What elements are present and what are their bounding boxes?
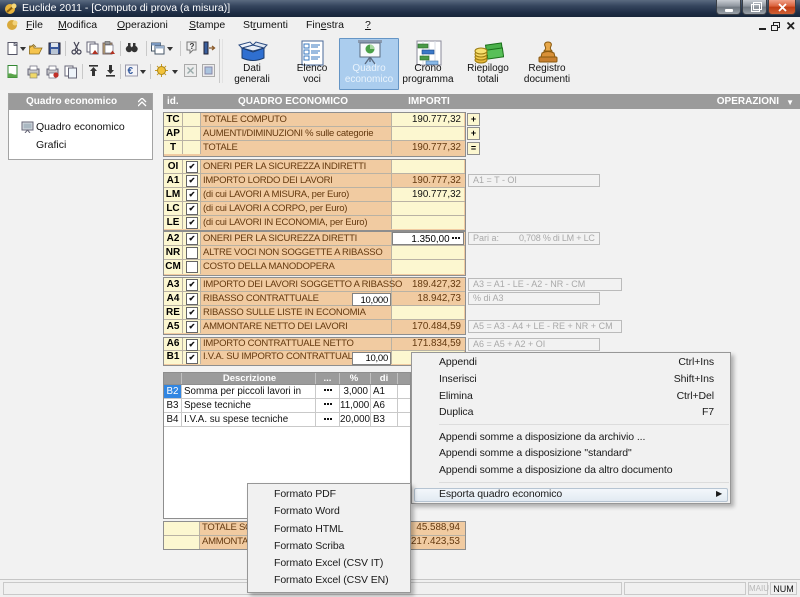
svg-text:?: ? bbox=[190, 42, 195, 51]
svg-text:€: € bbox=[128, 66, 134, 77]
